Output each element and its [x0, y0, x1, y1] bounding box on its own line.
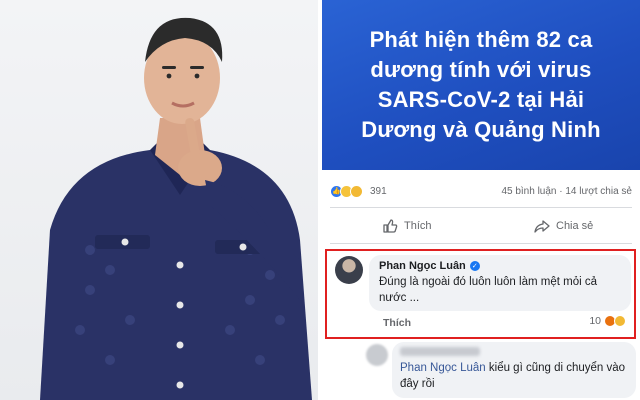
- comment-text: Đúng là ngoài đó luôn luôn làm mệt mỏi c…: [379, 276, 597, 304]
- facebook-post-screenshot: Phát hiện thêm 82 ca dương tính với viru…: [322, 0, 640, 400]
- commenter-name-row: Phan Ngọc Luân ✓: [379, 260, 621, 272]
- reply-text: Phan Ngọc Luân kiểu gì cũng di chuyển và…: [400, 360, 628, 392]
- comment-reactions[interactable]: 10: [589, 315, 626, 327]
- reply-mention-tag[interactable]: Phan Ngọc Luân: [400, 362, 486, 374]
- highlighted-comment: Phan Ngọc Luân ✓ Đúng là ngoài đó luôn l…: [325, 249, 636, 339]
- reaction-icons[interactable]: 👍: [330, 184, 363, 198]
- comment-bubble: Phan Ngọc Luân ✓ Đúng là ngoài đó luôn l…: [369, 255, 631, 311]
- share-label: Chia sẻ: [556, 220, 594, 232]
- news-banner: Phát hiện thêm 82 ca dương tính với viru…: [322, 0, 640, 170]
- portrait-photo: [0, 0, 318, 400]
- news-headline: Phát hiện thêm 82 ca dương tính với viru…: [361, 27, 601, 142]
- man-illustration: [40, 17, 312, 400]
- verified-badge-icon: ✓: [469, 261, 480, 271]
- separator: [330, 243, 632, 244]
- reaction-count[interactable]: 391: [370, 186, 387, 197]
- post-actions: Thích Chia sẻ: [322, 212, 640, 240]
- like-label: Thích: [404, 220, 432, 232]
- reply-author-blurred: [400, 347, 480, 356]
- reactions-row: 👍 391 45 bình luận · 14 lượt chia sẻ: [322, 180, 640, 202]
- reply-bubble: Phan Ngọc Luân kiểu gì cũng di chuyển và…: [392, 342, 636, 398]
- commenter-name[interactable]: Phan Ngọc Luân: [379, 260, 466, 272]
- comments-shares-count[interactable]: 45 bình luận · 14 lượt chia sẻ: [501, 186, 632, 197]
- like-button[interactable]: Thích: [382, 218, 432, 234]
- sad-reaction-icon: [350, 184, 363, 198]
- share-arrow-icon: [534, 220, 550, 233]
- separator: [330, 207, 632, 208]
- share-button[interactable]: Chia sẻ: [534, 218, 593, 234]
- sad-reaction-icon: [614, 315, 626, 327]
- reply-avatar-blurred[interactable]: [366, 344, 388, 366]
- comment-reaction-count: 10: [589, 315, 601, 327]
- commenter-avatar[interactable]: [335, 256, 363, 284]
- thumbs-up-icon: [383, 219, 398, 233]
- comment-like-button[interactable]: Thích: [383, 317, 411, 329]
